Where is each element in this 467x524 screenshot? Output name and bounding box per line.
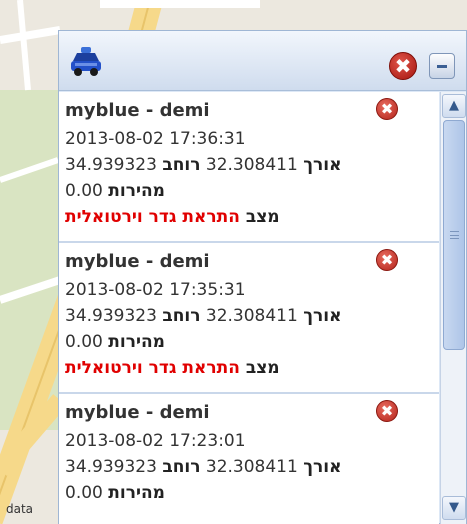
entry-close-button[interactable]: ✖ — [376, 400, 398, 422]
grip-icon — [450, 231, 459, 239]
entry-lng: 34.939323 — [65, 306, 157, 326]
list-item: myblue - demi ✖ 2013-08-02 17:35:31 34.9… — [59, 243, 439, 394]
entry-timestamp: 2013-08-02 17:35:31 — [65, 280, 246, 300]
panel-minimize-button[interactable] — [429, 53, 455, 79]
entry-close-button[interactable]: ✖ — [376, 98, 398, 120]
entry-timestamp: 2013-08-02 17:36:31 — [65, 129, 246, 149]
status-label: מצב — [245, 207, 280, 227]
list-scrollbar[interactable]: ▲ ▼ — [440, 92, 466, 524]
entry-status: מצב התראת גדר וירטואלית — [65, 355, 439, 381]
entry-lat: 32.308411 — [205, 457, 298, 477]
entry-coordinates: 34.939323 אורך 32.308411 רוחב — [65, 454, 439, 480]
entry-speed: 0.00 מהירות — [65, 329, 439, 355]
scroll-thumb[interactable] — [443, 120, 465, 350]
status-alert: התראת גדר וירטואלית — [65, 207, 240, 227]
speed-label: מהירות — [108, 483, 165, 503]
entry-lat: 32.308411 — [205, 155, 298, 175]
entry-coordinates: 34.939323 אורך 32.308411 רוחב — [65, 152, 439, 178]
entry-speed-value: 0.00 — [65, 483, 103, 503]
lat-label: רוחב — [162, 155, 201, 175]
lat-label: רוחב — [162, 457, 201, 477]
speed-label: מהירות — [108, 332, 165, 352]
list-item: myblue - demi ✖ 2013-08-02 17:36:31 34.9… — [59, 92, 439, 243]
entry-status: מצב התראת גדר וירטואלית — [65, 204, 439, 230]
popup-panel: ✖ myblue - demi ✖ 2013-08-02 17:36:31 34… — [58, 30, 467, 524]
lng-label: אורך — [303, 457, 342, 477]
scroll-up-button[interactable]: ▲ — [442, 94, 466, 118]
police-car-icon — [71, 47, 101, 76]
scroll-down-button[interactable]: ▼ — [442, 496, 466, 520]
status-label: מצב — [245, 358, 280, 378]
lat-label: רוחב — [162, 306, 201, 326]
entry-speed: 0.00 מהירות — [65, 178, 439, 204]
panel-close-button[interactable]: ✖ — [389, 52, 417, 80]
entry-close-button[interactable]: ✖ — [376, 249, 398, 271]
minimize-icon — [437, 65, 447, 68]
event-list: myblue - demi ✖ 2013-08-02 17:36:31 34.9… — [59, 92, 439, 524]
entry-lng: 34.939323 — [65, 155, 157, 175]
entry-speed: 0.00 מהירות — [65, 480, 439, 506]
status-alert: התראת גדר וירטואלית — [65, 358, 240, 378]
speed-label: מהירות — [108, 181, 165, 201]
entry-speed-value: 0.00 — [65, 332, 103, 352]
list-item: myblue - demi ✖ 2013-08-02 17:23:01 34.9… — [59, 394, 439, 524]
map-attribution[interactable]: data — [6, 502, 33, 516]
entry-coordinates: 34.939323 אורך 32.308411 רוחב — [65, 303, 439, 329]
panel-header: ✖ — [59, 31, 466, 91]
entry-speed-value: 0.00 — [65, 181, 103, 201]
entry-lng: 34.939323 — [65, 457, 157, 477]
lng-label: אורך — [303, 155, 342, 175]
lng-label: אורך — [303, 306, 342, 326]
entry-timestamp: 2013-08-02 17:23:01 — [65, 431, 246, 451]
entry-lat: 32.308411 — [205, 306, 298, 326]
